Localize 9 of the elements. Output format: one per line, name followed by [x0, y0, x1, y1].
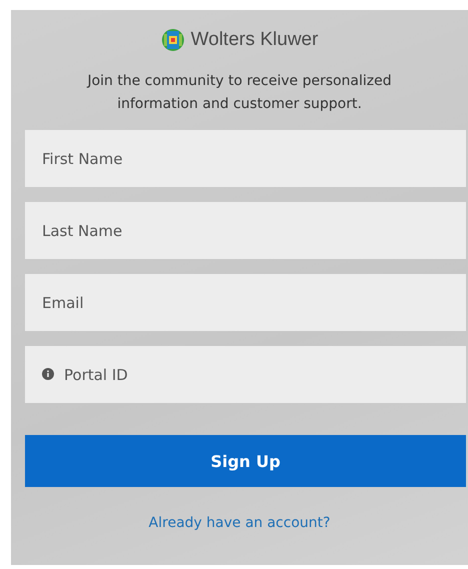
input-field[interactable]: Email	[25, 274, 466, 331]
sign-up-button[interactable]: Sign Up	[25, 435, 466, 487]
input-field[interactable]: Portal ID	[25, 346, 466, 403]
logo-icon	[160, 28, 185, 52]
intro-text: Join the community to receive personalized information and customer support.	[86, 72, 393, 114]
input-field[interactable]: First Name	[25, 130, 466, 187]
input-field[interactable]: Last Name	[25, 202, 466, 259]
sign-in-link[interactable]: Already have an account?	[148, 515, 330, 531]
brand-name: Wolters Kluwer	[190, 29, 318, 51]
